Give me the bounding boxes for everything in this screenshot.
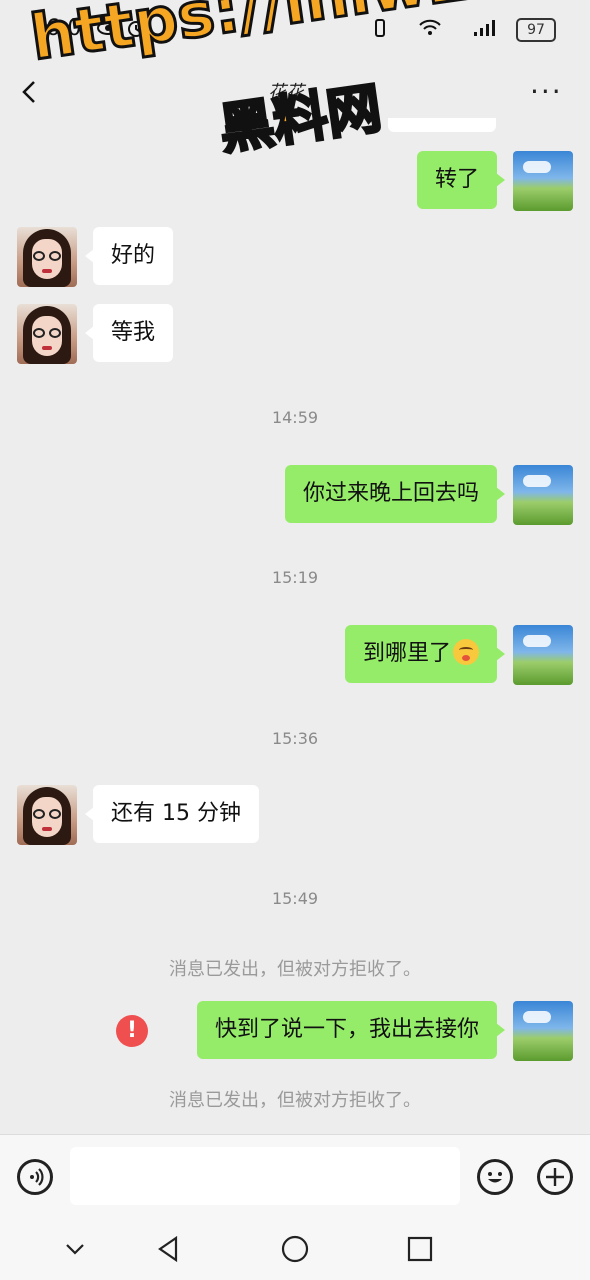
send-failed-icon[interactable]: ! <box>116 1015 148 1047</box>
my-avatar[interactable] <box>513 1001 573 1061</box>
partial-message-bubble <box>388 118 496 132</box>
my-avatar[interactable] <box>513 465 573 525</box>
system-navigation-bar <box>0 1218 590 1280</box>
more-options-button[interactable]: ··· <box>530 78 563 106</box>
message-input-bar <box>0 1134 590 1219</box>
system-notice: 消息已发出，但被对方拒收了。 <box>169 959 421 980</box>
my-avatar[interactable] <box>513 625 573 685</box>
incoming-message-bubble[interactable]: 好的 <box>84 227 174 285</box>
contact-avatar[interactable] <box>17 304 77 364</box>
more-functions-button[interactable] <box>537 1159 573 1195</box>
chevron-down-icon[interactable] <box>60 1234 90 1264</box>
outgoing-message-bubble[interactable]: 你过来晚上回去吗 <box>284 465 506 523</box>
voice-icon <box>30 1168 44 1186</box>
message-text: 到哪里了 <box>362 641 451 666</box>
outgoing-message-bubble[interactable]: 转了 <box>416 151 506 209</box>
flushed-face-emoji-icon <box>453 639 479 665</box>
message-text-input[interactable] <box>70 1147 460 1205</box>
signal-icon <box>474 20 495 36</box>
plus-icon <box>546 1168 564 1186</box>
emoji-button[interactable] <box>477 1159 513 1195</box>
wifi-icon <box>419 19 441 35</box>
outgoing-message-bubble[interactable]: 快到了说一下，我出去接你 <box>196 1001 506 1059</box>
smiley-icon <box>488 1172 502 1183</box>
system-notice: 消息已发出，但被对方拒收了。 <box>169 1090 421 1111</box>
back-arrow-icon[interactable] <box>20 80 40 104</box>
outgoing-message-bubble[interactable]: 到哪里了 <box>344 625 506 683</box>
message-timestamp: 15:49 <box>271 889 319 908</box>
incoming-message-bubble[interactable]: 等我 <box>84 304 174 362</box>
my-avatar[interactable] <box>513 151 573 211</box>
message-timestamp: 15:19 <box>271 568 319 587</box>
contact-avatar[interactable] <box>17 785 77 845</box>
recent-apps-square-icon[interactable] <box>405 1234 435 1264</box>
contact-avatar[interactable] <box>17 227 77 287</box>
incoming-message-bubble[interactable]: 还有 15 分钟 <box>85 785 259 843</box>
message-timestamp: 15:36 <box>271 729 319 748</box>
battery-indicator: 97 <box>516 18 556 42</box>
message-timestamp: 14:59 <box>271 408 319 427</box>
voice-input-button[interactable] <box>17 1159 53 1195</box>
back-triangle-icon[interactable] <box>154 1234 184 1264</box>
home-circle-icon[interactable] <box>280 1234 310 1264</box>
